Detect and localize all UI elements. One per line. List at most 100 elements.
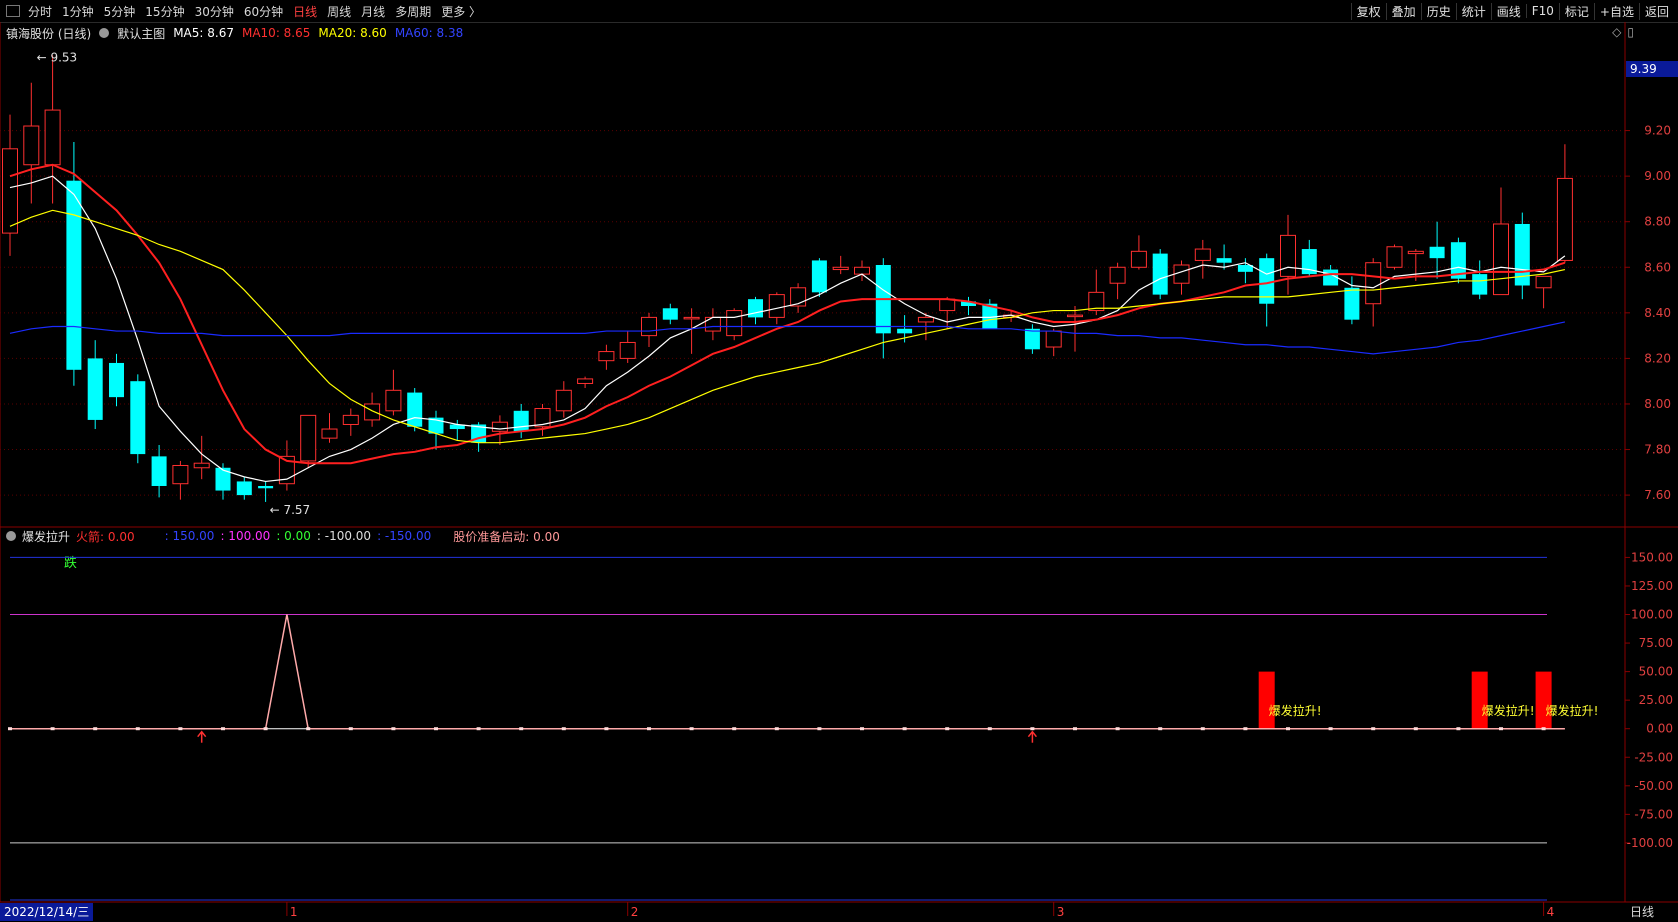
x-marker-label: 4 [1547,905,1555,919]
candle-body [897,328,913,334]
indicator-dot [1115,727,1120,731]
signal-bar [1535,671,1552,729]
indicator-dot [8,727,12,731]
indicator-dot [476,727,481,731]
candle-body [768,294,785,318]
date-label: 2022/12/14/三 [0,903,94,921]
candle-body [1429,246,1445,259]
candle-body [1024,328,1040,350]
candle-body [577,378,594,384]
candle-body [619,341,636,359]
candle-body [939,298,956,312]
sub-y-tick-label: 125.00 [1631,579,1673,593]
indicator-dot [1456,727,1461,731]
indicator-dot [50,727,55,731]
candle-body [364,403,381,421]
indicator-dot [93,727,98,731]
candle-body [151,456,167,486]
y-tick-label: 8.40 [1644,306,1671,320]
candle-body [491,421,508,432]
candle-body [811,260,827,293]
candle-body [1045,330,1062,348]
indicator-dot [306,727,311,731]
candle-body [1386,246,1403,268]
candle-body [1556,177,1573,261]
high-label: ← 9.53 [37,50,78,64]
indicator-dot [732,727,737,731]
candle-body [1109,266,1126,284]
candle-body [726,310,743,337]
indicator-dot [1073,727,1077,731]
candle-body [513,410,529,432]
candle-body [598,351,615,362]
indicator-dot [391,727,396,731]
low-label: ← 7.57 [270,503,311,517]
sub-y-tick-label: 100.00 [1631,608,1673,622]
indicator-dot [902,727,907,731]
indicator-dot [178,727,183,731]
indicator-dot [1413,727,1418,731]
last-price-tag: 9.39 [1626,61,1678,77]
candle-body [300,414,317,462]
ma-line-ma10 [9,163,1566,465]
candle-body [66,180,82,370]
signal-bar [1471,671,1488,729]
candle-body [321,428,338,439]
indicator-dot [860,727,864,731]
indicator-dot [1243,727,1248,731]
indicator-dot [1499,727,1503,731]
indicator-dot [561,727,566,731]
y-tick-label: 9.20 [1644,124,1671,138]
indicator-dot [1541,727,1546,731]
sub-y-tick-label: 50.00 [1639,665,1673,679]
indicator-dot [1158,727,1163,731]
indicator-dot [987,727,992,731]
candle-body [917,316,934,323]
candle-body [555,389,572,412]
indicator-dot [1200,727,1205,731]
y-tick-label: 7.60 [1644,488,1671,502]
candle-body [23,125,40,166]
x-marker-label: 1 [290,905,298,919]
y-tick-label: 9.00 [1644,169,1671,183]
candle-body [662,308,678,320]
indicator-dot [604,727,609,731]
chart-canvas[interactable]: 7.60 7.80 8.00 8.20 8.40 8.60 8.80 9.00 9.20 ← 9.… [0,0,1678,922]
indicator-dot [434,727,438,731]
indicator-dot [221,727,225,731]
sub-y-tick-label: -50.00 [1634,779,1673,793]
signal-label: 爆发拉升! [1482,703,1535,718]
candle-body [1344,287,1360,320]
signal-label: 爆发拉升! [1546,703,1599,718]
candle-body [258,485,274,489]
x-marker-label: 2 [631,905,639,919]
candle-body [1216,258,1232,263]
candle-body [1493,223,1509,296]
indicator-dot [519,727,524,731]
sub-y-tick-label: -75.00 [1634,807,1673,821]
candle-body [683,316,700,320]
y-tick-label: 8.80 [1644,215,1671,229]
sub-y-tick-label: 75.00 [1639,636,1673,650]
sub-y-tick-label: -25.00 [1634,750,1673,764]
candle-body [704,316,721,332]
candle-body [1152,253,1168,295]
period-label: 日线 [1630,905,1655,919]
indicator-dot [689,727,694,731]
x-marker-label: 3 [1057,905,1065,919]
signal-label: 爆发拉升! [1269,703,1322,718]
candle-body [1130,250,1147,268]
candle-body [1280,234,1296,277]
indicator-dot [263,727,268,731]
candle-body [236,481,252,496]
indicator-dot [817,727,822,731]
indicator-dot [774,727,779,731]
candle-body [1535,275,1552,289]
signal-bar [1258,671,1275,729]
candle-body [1365,262,1382,305]
candle-body [1407,250,1424,255]
indicator-dot [348,727,353,731]
indicator-dot [1328,727,1333,731]
indicator-dot [1371,727,1376,731]
candle-body [1194,248,1211,261]
